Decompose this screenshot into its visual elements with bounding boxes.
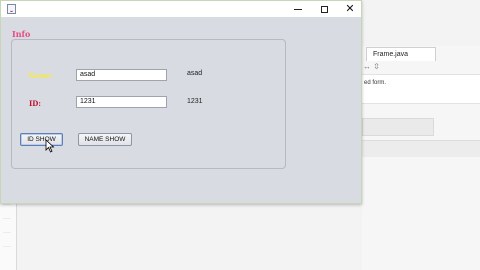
ide-editor-area xyxy=(362,74,480,104)
maximize-icon xyxy=(320,5,328,13)
name-input[interactable]: asad xyxy=(76,69,167,81)
content-pane: Info Name: asad asad ID: 1231 1231 ID SH… xyxy=(1,17,361,203)
close-button[interactable]: ✕ xyxy=(337,1,363,17)
id-show-button[interactable]: ID SHOW xyxy=(20,133,63,146)
ide-lower-panel xyxy=(362,140,480,157)
id-output: 1231 xyxy=(187,98,203,105)
name-show-button[interactable]: NAME SHOW xyxy=(78,133,132,146)
ide-toolbar-icons[interactable]: ↔ ⇳ xyxy=(363,62,380,71)
maximize-button[interactable] xyxy=(311,1,337,17)
id-label: ID: xyxy=(29,99,41,108)
minimize-icon xyxy=(294,8,302,10)
minimize-button[interactable] xyxy=(285,1,311,17)
close-icon: ✕ xyxy=(345,3,355,15)
title-bar[interactable]: ✕ xyxy=(1,1,361,17)
ide-editor-text: ed form. xyxy=(364,80,387,86)
id-input[interactable]: 1231 xyxy=(76,96,167,108)
group-title: Info xyxy=(12,29,31,39)
name-label: Name: xyxy=(28,71,54,80)
app-window: ✕ Info Name: asad asad ID: 1231 1231 ID … xyxy=(0,0,362,204)
java-app-icon xyxy=(7,4,16,14)
name-output: asad xyxy=(187,70,203,77)
ide-lower-bar xyxy=(362,118,434,136)
mouse-cursor-icon xyxy=(45,139,55,153)
ide-editor-tab[interactable]: Frame.java xyxy=(366,47,436,61)
